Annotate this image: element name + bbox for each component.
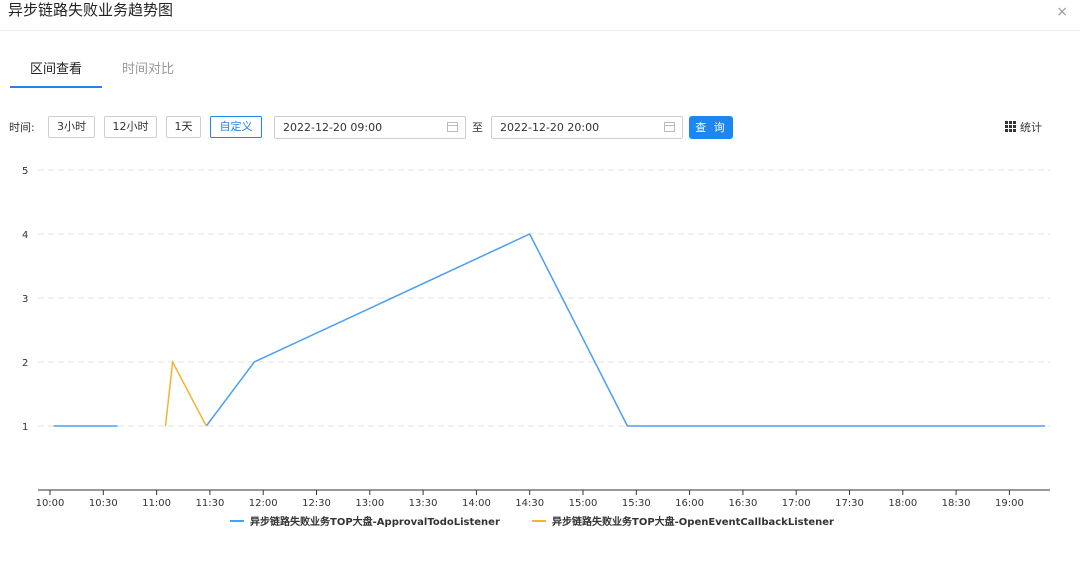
x-tick-label: 17:00 — [782, 498, 811, 509]
time-label: 时间: — [9, 121, 35, 134]
stats-label: 统计 — [1020, 121, 1042, 134]
x-tick-label: 13:30 — [409, 498, 438, 509]
x-tick-label: 10:30 — [89, 498, 118, 509]
legend-label-2: 异步链路失败业务TOP大盘-OpenEventCallbackListener — [552, 515, 834, 528]
y-tick-label: 1 — [22, 422, 28, 433]
x-tick-label: 11:00 — [142, 498, 171, 509]
x-tick-label: 18:00 — [888, 498, 917, 509]
trend-chart: 1 2 3 4 5 10:00 10:30 11:00 11:30 12:00 12:30 13:00… — [22, 166, 1050, 528]
series-line-2 — [164, 359, 207, 427]
x-tick-label: 15:00 — [569, 498, 598, 509]
y-tick-label: 4 — [22, 230, 28, 241]
tab-time-compare[interactable]: 时间对比 — [122, 60, 174, 80]
dialog-header: 异步链路失败业务趋势图 × — [0, 0, 1080, 31]
x-tick-label: 15:30 — [622, 498, 651, 509]
x-tick-label: 17:30 — [835, 498, 864, 509]
view-tabs: 区间查看 时间对比 — [0, 58, 1080, 90]
range-12h-button[interactable]: 12小时 — [104, 116, 157, 138]
tab-range-view[interactable]: 区间查看 — [30, 60, 82, 80]
stats-button[interactable]: 统计 — [1005, 119, 1042, 137]
calendar-icon — [664, 122, 675, 132]
range-3h-button[interactable]: 3小时 — [48, 116, 95, 138]
close-icon[interactable]: × — [1056, 4, 1068, 20]
dialog-title: 异步链路失败业务趋势图 — [8, 1, 174, 19]
x-tick-label: 12:30 — [302, 498, 331, 509]
x-tick-label: 18:30 — [942, 498, 971, 509]
range-custom-button[interactable]: 自定义 — [210, 116, 262, 138]
y-tick-label: 3 — [22, 294, 28, 305]
time-toolbar: 时间: 3小时 12小时 1天 自定义 2022-12-20 09:00 至 2… — [0, 116, 1080, 140]
x-tick-label: 16:30 — [728, 498, 757, 509]
x-tick-label: 10:00 — [36, 498, 65, 509]
x-tick-label: 12:00 — [249, 498, 278, 509]
query-button[interactable]: 查 询 — [689, 116, 733, 139]
x-tick-label: 19:00 — [995, 498, 1024, 509]
legend-label-1: 异步链路失败业务TOP大盘-ApprovalTodoListener — [250, 515, 500, 528]
to-label: 至 — [472, 121, 483, 134]
y-tick-label: 2 — [22, 358, 28, 369]
start-date-input[interactable]: 2022-12-20 09:00 — [274, 116, 466, 139]
series-line-1 — [205, 233, 1045, 427]
active-tab-indicator — [10, 86, 102, 88]
end-date-value: 2022-12-20 20:00 — [500, 121, 600, 134]
x-tick-label: 14:00 — [462, 498, 491, 509]
x-tick-label: 14:30 — [515, 498, 544, 509]
grid-icon — [1005, 121, 1016, 132]
end-date-input[interactable]: 2022-12-20 20:00 — [491, 116, 683, 139]
range-1d-button[interactable]: 1天 — [166, 116, 201, 138]
calendar-icon — [447, 122, 458, 132]
x-tick-label: 11:30 — [195, 498, 224, 509]
x-tick-label: 13:00 — [355, 498, 384, 509]
start-date-value: 2022-12-20 09:00 — [283, 121, 383, 134]
x-tick-label: 16:00 — [675, 498, 704, 509]
y-tick-label: 5 — [22, 166, 28, 177]
